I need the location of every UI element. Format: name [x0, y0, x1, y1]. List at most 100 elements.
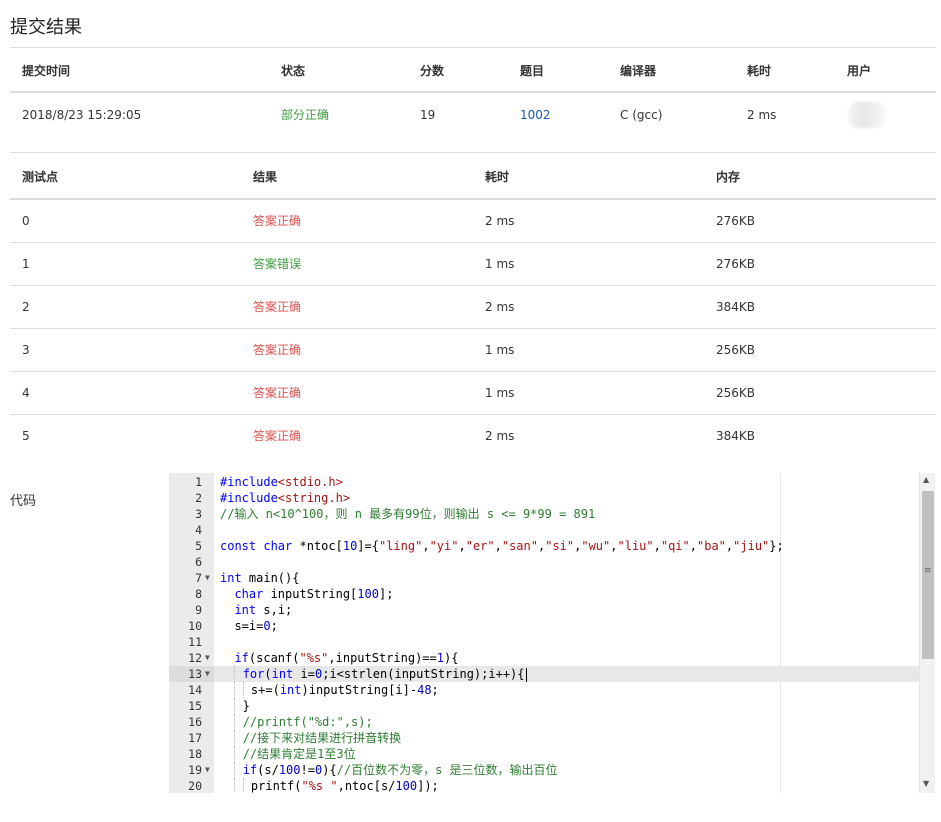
code-line[interactable]: 3 //输入 n<10^100，则 n 最多有99位，则输出 s <= 9*99 … [169, 506, 919, 522]
test-memory: 256KB [716, 343, 756, 357]
fold-arrow-icon[interactable]: ▼ [205, 762, 210, 778]
code-line[interactable]: 7 ▼ int main(){ [169, 570, 919, 586]
code-line[interactable]: 15 } [169, 698, 919, 714]
table-row: 1 答案错误 1 ms 276KB [10, 243, 936, 286]
header-problem: 题目 [520, 64, 545, 78]
scrollbar-thumb[interactable]: ≡ [922, 491, 934, 659]
line-number: 4 [195, 523, 202, 537]
line-number: 11 [188, 635, 202, 649]
table-row: 3 答案正确 1 ms 256KB [10, 329, 936, 372]
code-line[interactable]: 11 [169, 634, 919, 650]
header-time: 耗时 [485, 170, 510, 184]
fold-arrow-icon[interactable]: ▼ [205, 570, 210, 586]
code-line[interactable]: 9 int s,i; [169, 602, 919, 618]
elapsed-value: 2 ms [747, 108, 777, 122]
line-number: 8 [195, 587, 202, 601]
editor-scrollbar[interactable]: ▲ ≡ ▼ [919, 473, 935, 793]
code-text: char inputString[100]; [234, 587, 394, 601]
grip-icon: ≡ [924, 566, 932, 576]
line-number: 14 [188, 683, 202, 697]
code-line[interactable]: 19 ▼ if(s/100!=0){//百位数不为零，s 是三位数，输出百位 [169, 762, 919, 778]
code-line[interactable]: 14 s+=(int)inputString[i]-48; [169, 682, 919, 698]
code-line[interactable]: 5 const char *ntoc[10]={"ling","yi","er",… [169, 538, 919, 554]
code-text: int main(){ [220, 571, 300, 585]
line-number: 16 [188, 715, 202, 729]
submission-row: 2018/8/23 15:29:05 部分正确 19 1002 C (gcc) … [10, 93, 936, 153]
line-number: 3 [195, 507, 202, 521]
line-number: 9 [195, 603, 202, 617]
score-value: 19 [420, 108, 436, 122]
header-score: 分数 [420, 64, 445, 78]
code-text: if(s/100!=0){//百位数不为零，s 是三位数，输出百位 [220, 762, 558, 778]
test-memory: 384KB [716, 429, 756, 443]
code-line[interactable]: 8 char inputString[100]; [169, 586, 919, 602]
test-cases-table: 测试点 结果 耗时 内存 0 答案正确 2 ms 276KB 1 答案错误 1 … [10, 154, 936, 458]
code-line[interactable]: 13 ▼ for(int i=0;i<strlen(inputString);i+… [169, 666, 919, 682]
test-result: 答案正确 [253, 300, 302, 314]
code-line[interactable]: 1 #include<stdio.h> [169, 474, 919, 490]
code-line[interactable]: 4 [169, 522, 919, 538]
submit-time: 2018/8/23 15:29:05 [22, 108, 142, 122]
test-id: 0 [22, 214, 30, 228]
test-result: 答案正确 [253, 343, 302, 357]
code-text: const char *ntoc[10]={"ling","yi","er","… [220, 539, 784, 553]
code-text: } [234, 698, 250, 714]
code-line[interactable]: 17 //接下来对结果进行拼音转换 [169, 730, 919, 746]
test-memory: 384KB [716, 300, 756, 314]
line-number: 17 [188, 731, 202, 745]
table-row: 2 答案正确 2 ms 384KB [10, 286, 936, 329]
test-result: 答案错误 [253, 257, 302, 271]
header-user: 用户 [847, 64, 872, 78]
line-number: 6 [195, 555, 202, 569]
code-line[interactable]: 10 s=i=0; [169, 618, 919, 634]
code-line[interactable]: 18 //结果肯定是1至3位 [169, 746, 919, 762]
code-line[interactable]: 12 ▼ if(scanf("%s",inputString)==1){ [169, 650, 919, 666]
table-row: 5 答案正确 2 ms 384KB [10, 415, 936, 458]
code-line[interactable]: 20 printf("%s ",ntoc[s/100]); [169, 778, 919, 793]
header-test-point: 测试点 [22, 170, 59, 184]
code-line[interactable]: 2 #include<string.h> [169, 490, 919, 506]
code-label: 代码 [10, 494, 37, 509]
code-text: #include<stdio.h> [220, 475, 343, 489]
code-text: if(scanf("%s",inputString)==1){ [234, 651, 459, 665]
code-text: //printf("%d:",s); [220, 714, 373, 730]
table-row: 4 答案正确 1 ms 256KB [10, 372, 936, 415]
header-submit-time: 提交时间 [22, 64, 71, 78]
test-id: 2 [22, 300, 30, 314]
status-badge: 部分正确 [281, 108, 330, 122]
header-status: 状态 [281, 64, 306, 78]
submission-table: 提交时间 状态 分数 题目 编译器 耗时 用户 2018/8/23 15:29:… [10, 47, 936, 153]
code-text: for(int i=0;i<strlen(inputString);i++){ [220, 666, 527, 682]
avatar[interactable] [848, 102, 886, 128]
line-number: 15 [188, 699, 202, 713]
header-result: 结果 [253, 170, 278, 184]
code-text: printf("%s ",ntoc[s/100]); [220, 778, 439, 793]
code-text: //输入 n<10^100，则 n 最多有99位，则输出 s <= 9*99 =… [220, 507, 596, 521]
fold-arrow-icon[interactable]: ▼ [205, 650, 210, 666]
test-result: 答案正确 [253, 386, 302, 400]
problem-link[interactable]: 1002 [520, 93, 551, 137]
code-text: #include<string.h> [220, 491, 351, 505]
page-title: 提交结果 [10, 17, 82, 38]
chevron-up-icon[interactable]: ▲ [923, 475, 929, 484]
code-text: s=i=0; [220, 619, 278, 633]
code-text: //接下来对结果进行拼音转换 [220, 730, 401, 746]
fold-arrow-icon[interactable]: ▼ [205, 666, 210, 682]
code-text: s+=(int)inputString[i]-48; [220, 682, 439, 698]
code-text: int s,i; [234, 603, 293, 617]
test-time: 1 ms [485, 386, 515, 400]
line-number: 10 [188, 619, 202, 633]
test-time: 1 ms [485, 257, 515, 271]
test-time: 1 ms [485, 343, 515, 357]
submission-header-row: 提交时间 状态 分数 题目 编译器 耗时 用户 [10, 47, 936, 93]
chevron-down-icon[interactable]: ▼ [923, 779, 929, 788]
code-editor[interactable]: 1 #include<stdio.h> 2 #include<string.h> 3 //… [169, 473, 935, 793]
code-line[interactable]: 6 [169, 554, 919, 570]
header-memory: 内存 [716, 170, 741, 184]
line-number: 20 [188, 779, 202, 793]
tests-header-row: 测试点 结果 耗时 内存 [10, 154, 936, 200]
code-line[interactable]: 16 //printf("%d:",s); [169, 714, 919, 730]
test-result: 答案正确 [253, 429, 302, 443]
compiler-value: C (gcc) [620, 108, 663, 122]
table-row: 0 答案正确 2 ms 276KB [10, 200, 936, 243]
